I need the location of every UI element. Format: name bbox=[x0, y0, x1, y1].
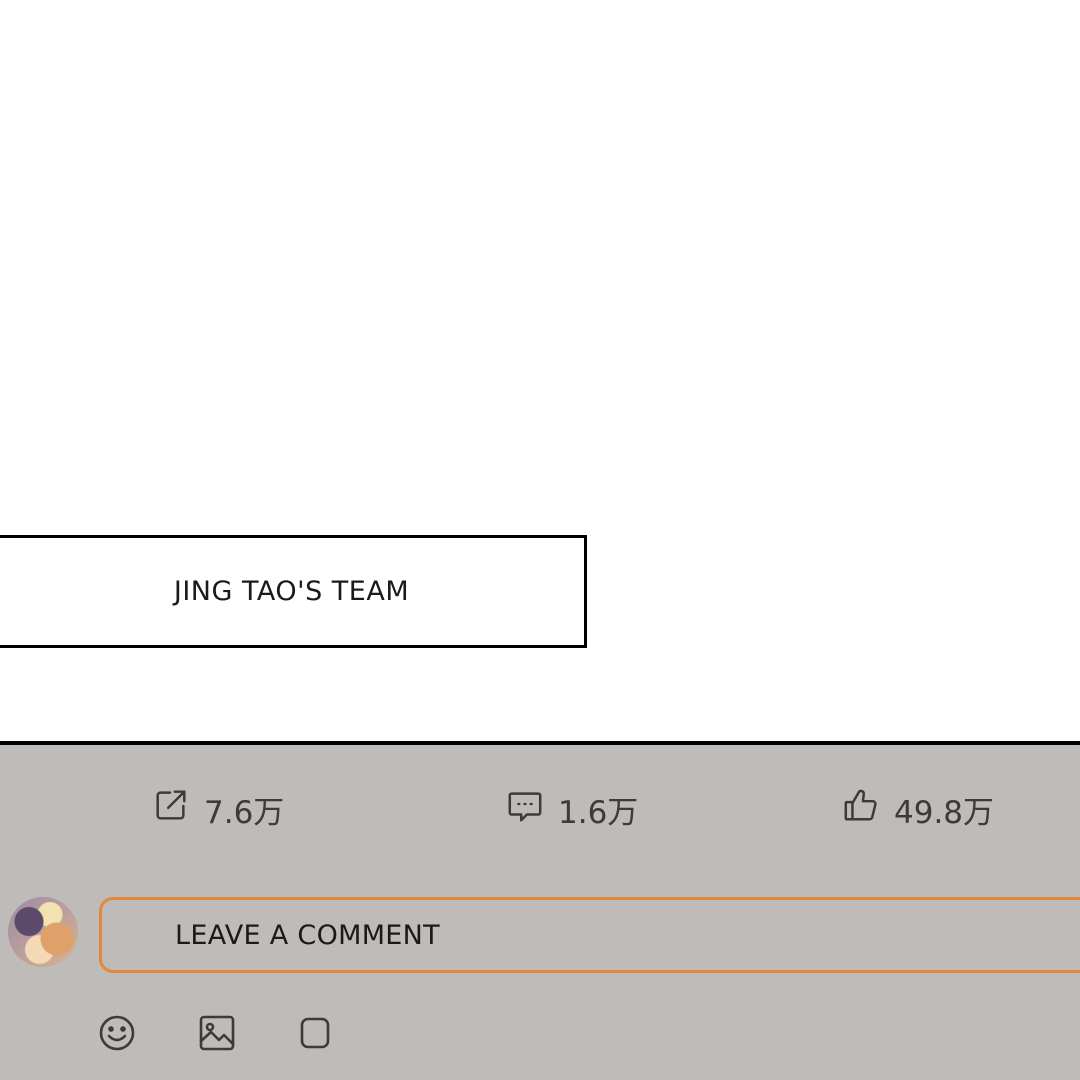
thumbs-up-icon bbox=[842, 786, 880, 832]
square-icon[interactable] bbox=[296, 1013, 336, 1053]
comment-input[interactable]: LEAVE A COMMENT bbox=[99, 897, 1080, 973]
comment-count: 1.6万 bbox=[558, 794, 639, 831]
caption-text: JING TAO'S TEAM bbox=[173, 576, 410, 607]
emoji-icon[interactable] bbox=[97, 1013, 137, 1053]
like-button[interactable]: 49.8万 bbox=[842, 787, 994, 831]
like-count: 49.8万 bbox=[894, 794, 995, 831]
comment-button[interactable]: 1.6万 bbox=[506, 787, 638, 831]
comment-icon bbox=[506, 786, 544, 832]
comic-panel: JING TAO'S TEAM bbox=[0, 0, 1080, 742]
comment-placeholder: LEAVE A COMMENT bbox=[175, 919, 440, 951]
app-screen: JING TAO'S TEAM 7.6万 1.6万 49.8万 LEAVE A … bbox=[0, 0, 1080, 1080]
caption-box: JING TAO'S TEAM bbox=[0, 535, 587, 648]
share-icon bbox=[152, 786, 190, 832]
user-avatar[interactable] bbox=[8, 897, 78, 967]
image-icon[interactable] bbox=[197, 1013, 237, 1053]
share-count: 7.6万 bbox=[204, 794, 285, 831]
share-button[interactable]: 7.6万 bbox=[152, 787, 284, 831]
